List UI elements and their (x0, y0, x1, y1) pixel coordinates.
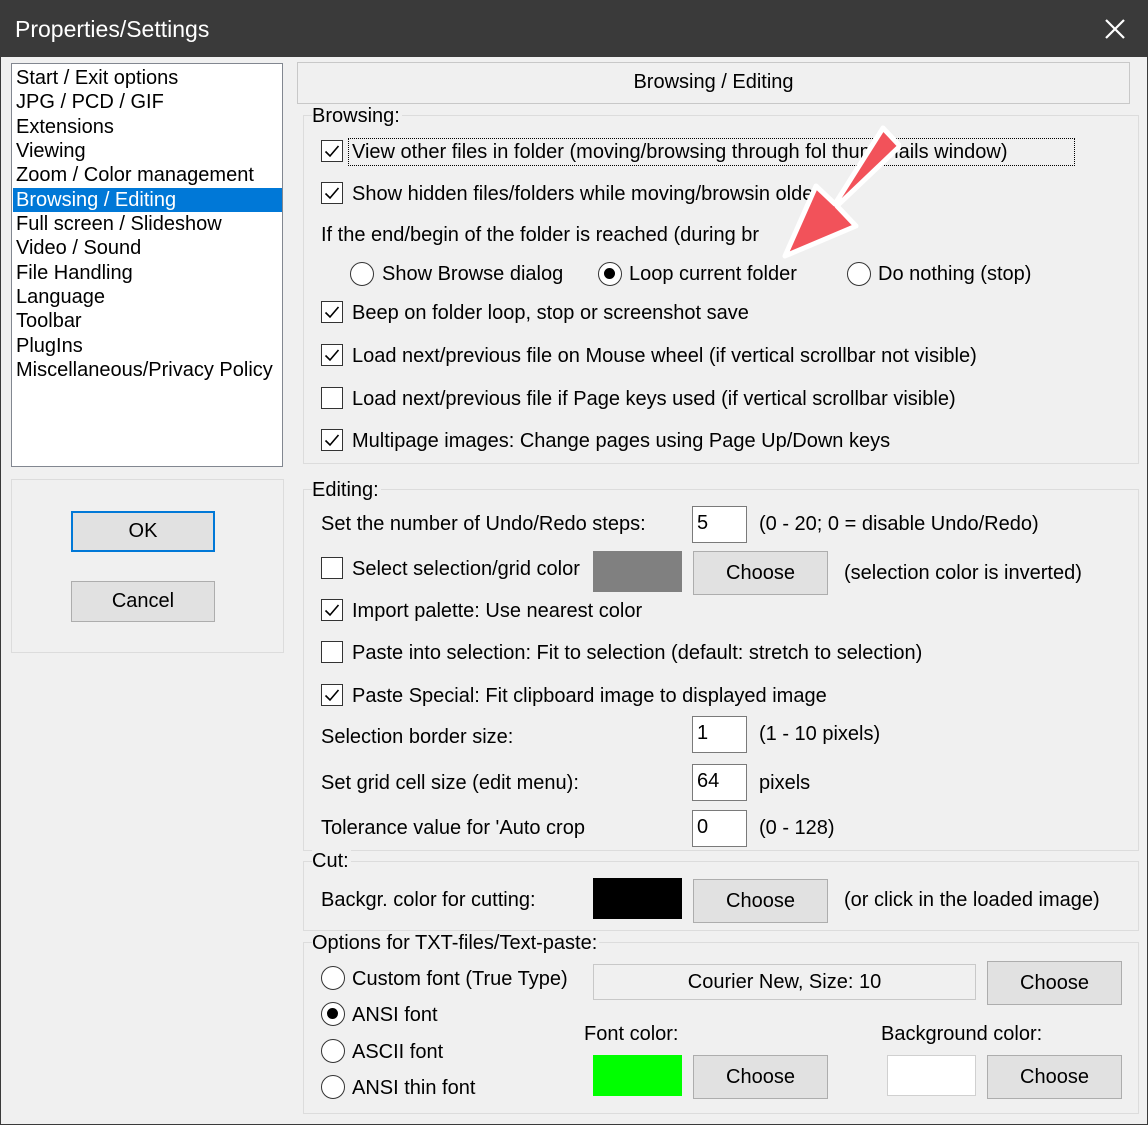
show-browse-dialog-label[interactable]: Show Browse dialog (382, 262, 563, 286)
ansi-thin-font-label[interactable]: ANSI thin font (352, 1076, 475, 1100)
view-other-files-label[interactable]: View other files in folder (moving/brows… (352, 140, 1008, 164)
selection-color-swatch (593, 551, 682, 592)
choose-cut-color-button[interactable]: Choose (693, 879, 828, 923)
settings-dialog: Properties/Settings Start / Exit options… (0, 0, 1148, 1125)
undo-steps-hint: (0 - 20; 0 = disable Undo/Redo) (759, 513, 1039, 535)
paste-into-selection-label[interactable]: Paste into selection: Fit to selection (… (352, 641, 922, 665)
background-color-swatch (887, 1055, 976, 1096)
show-hidden-files-checkbox[interactable] (321, 182, 343, 204)
cut-bg-color-swatch (593, 878, 682, 919)
panel-header: Browsing / Editing (297, 62, 1130, 104)
load-page-keys-label[interactable]: Load next/previous file if Page keys use… (352, 387, 956, 411)
ansi-font-label[interactable]: ANSI font (352, 1003, 438, 1027)
checkmark-icon (324, 187, 340, 200)
cut-bg-color-label: Backgr. color for cutting: (321, 889, 536, 911)
checkmark-icon (324, 604, 340, 617)
choose-background-color-button[interactable]: Choose (987, 1055, 1122, 1099)
loop-current-folder-radio[interactable] (598, 262, 622, 286)
undo-steps-label: Set the number of Undo/Redo steps: (321, 513, 646, 535)
ansi-font-radio[interactable] (321, 1002, 345, 1026)
category-item-start-exit[interactable]: Start / Exit options (13, 66, 282, 90)
border-size-hint: (1 - 10 pixels) (759, 723, 881, 745)
txt-options-legend: Options for TXT-files/Text-paste: (312, 931, 600, 955)
category-item-zoom-color[interactable]: Zoom / Color management (13, 163, 282, 187)
category-item-toolbar[interactable]: Toolbar (13, 309, 282, 333)
show-browse-dialog-radio[interactable] (350, 262, 374, 286)
category-item-plugins[interactable]: PlugIns (13, 334, 282, 358)
cancel-button[interactable]: Cancel (71, 581, 215, 622)
custom-font-label[interactable]: Custom font (True Type) (352, 967, 568, 991)
browsing-legend: Browsing: (312, 104, 402, 128)
close-icon (1105, 19, 1125, 39)
background-color-label: Background color: (881, 1023, 1043, 1045)
font-color-label: Font color: (584, 1023, 679, 1045)
checkmark-icon (324, 689, 340, 702)
category-item-file-handling[interactable]: File Handling (13, 261, 282, 285)
load-mouse-wheel-label[interactable]: Load next/previous file on Mouse wheel (… (352, 344, 977, 368)
selection-color-checkbox[interactable] (321, 557, 343, 579)
checkmark-icon (324, 306, 340, 319)
custom-font-radio[interactable] (321, 966, 345, 990)
border-size-label: Selection border size: (321, 726, 514, 748)
category-item-misc-privacy[interactable]: Miscellaneous/Privacy Policy (13, 358, 282, 382)
checkmark-icon (324, 349, 340, 362)
close-button[interactable] (1083, 1, 1147, 57)
category-item-jpg-pcd-gif[interactable]: JPG / PCD / GIF (13, 90, 282, 114)
load-mouse-wheel-checkbox[interactable] (321, 344, 343, 366)
cut-bg-color-hint: (or click in the loaded image) (844, 889, 1100, 911)
load-page-keys-checkbox[interactable] (321, 387, 343, 409)
font-display: Courier New, Size: 10 (593, 964, 976, 1000)
title-bar[interactable]: Properties/Settings (1, 1, 1147, 57)
border-size-input[interactable]: 1 (692, 716, 747, 753)
ascii-font-label[interactable]: ASCII font (352, 1040, 443, 1064)
window-title: Properties/Settings (15, 16, 210, 42)
tolerance-label: Tolerance value for 'Auto crop (321, 817, 585, 839)
paste-special-label[interactable]: Paste Special: Fit clipboard image to di… (352, 684, 827, 708)
tolerance-hint: (0 - 128) (759, 817, 835, 839)
multipage-checkbox[interactable] (321, 429, 343, 451)
do-nothing-label[interactable]: Do nothing (stop) (878, 262, 1031, 286)
ascii-font-radio[interactable] (321, 1039, 345, 1063)
dialog-buttons-group (11, 479, 284, 653)
grid-size-label: Set grid cell size (edit menu): (321, 772, 579, 794)
grid-size-hint: pixels (759, 772, 811, 794)
tolerance-input[interactable]: 0 (692, 810, 747, 847)
browsing-group (303, 115, 1139, 464)
category-item-viewing[interactable]: Viewing (13, 139, 282, 163)
category-list[interactable]: Start / Exit options JPG / PCD / GIF Ext… (11, 63, 283, 467)
panel-title: Browsing / Editing (633, 71, 794, 93)
annotation-arrow-icon (782, 125, 901, 259)
ok-button[interactable]: OK (71, 511, 215, 552)
show-hidden-files-label[interactable]: Show hidden files/folders while moving/b… (352, 182, 820, 206)
choose-selection-color-button[interactable]: Choose (693, 551, 828, 595)
category-item-browsing-editing[interactable]: Browsing / Editing (13, 188, 282, 212)
view-other-files-checkbox[interactable] (321, 140, 343, 162)
beep-checkbox[interactable] (321, 301, 343, 323)
editing-legend: Editing: (312, 478, 381, 502)
category-item-language[interactable]: Language (13, 285, 282, 309)
paste-into-selection-checkbox[interactable] (321, 641, 343, 663)
choose-font-button[interactable]: Choose (987, 961, 1122, 1005)
category-item-extensions[interactable]: Extensions (13, 115, 282, 139)
category-item-video-sound[interactable]: Video / Sound (13, 236, 282, 260)
cut-legend: Cut: (312, 849, 351, 873)
selection-color-label[interactable]: Select selection/grid color (352, 557, 590, 581)
import-palette-checkbox[interactable] (321, 599, 343, 621)
font-color-swatch (593, 1055, 682, 1096)
undo-steps-input[interactable]: 5 (692, 506, 747, 543)
choose-font-color-button[interactable]: Choose (693, 1055, 828, 1099)
multipage-label[interactable]: Multipage images: Change pages using Pag… (352, 429, 890, 453)
paste-special-checkbox[interactable] (321, 684, 343, 706)
beep-label[interactable]: Beep on folder loop, stop or screenshot … (352, 301, 749, 325)
ansi-thin-font-radio[interactable] (321, 1075, 345, 1099)
grid-size-input[interactable]: 64 (692, 764, 747, 801)
checkmark-icon (324, 145, 340, 158)
folder-end-text: If the end/begin of the folder is reache… (321, 224, 760, 246)
checkmark-icon (324, 434, 340, 447)
import-palette-label[interactable]: Import palette: Use nearest color (352, 599, 642, 623)
selection-color-hint: (selection color is inverted) (844, 562, 1082, 584)
category-item-fullscreen-slideshow[interactable]: Full screen / Slideshow (13, 212, 282, 236)
